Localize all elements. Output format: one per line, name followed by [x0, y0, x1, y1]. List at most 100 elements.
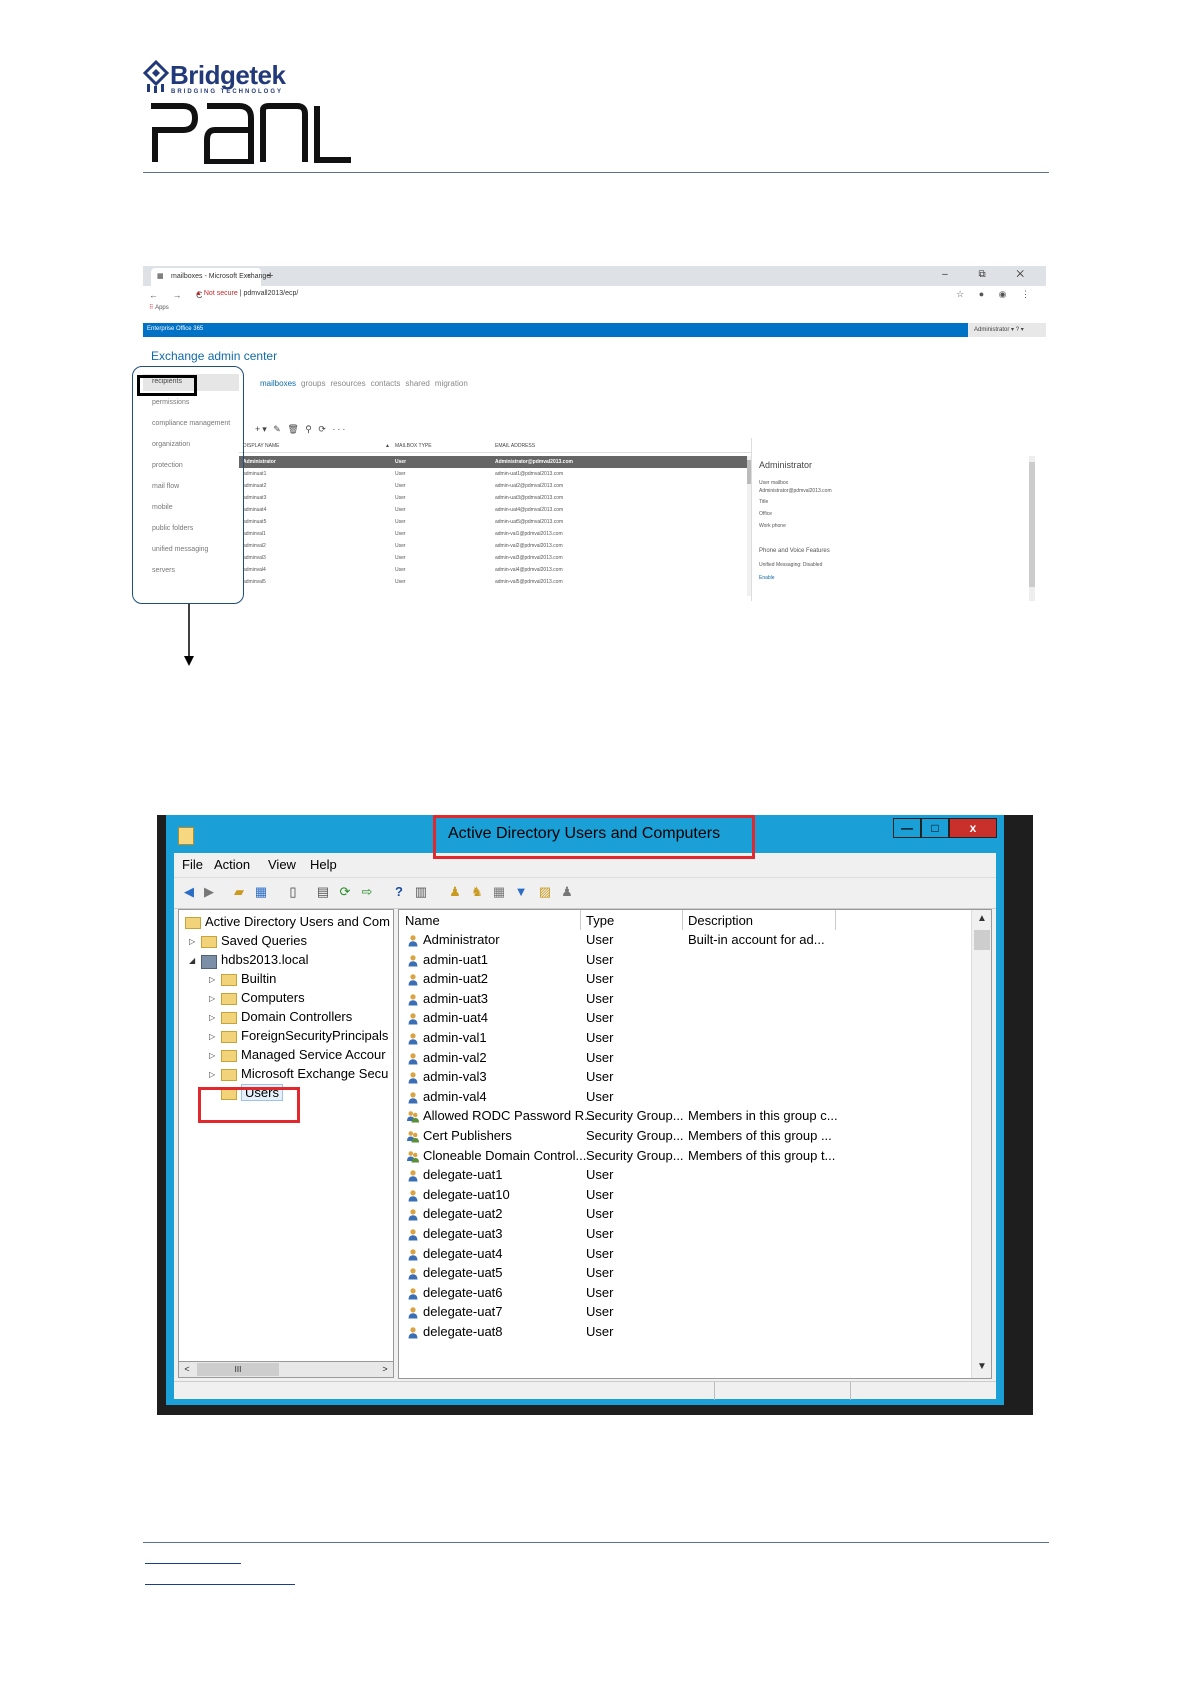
- browser-toolbar-icons[interactable]: ☆ ● ◉ ⋮: [956, 289, 1036, 300]
- list-item[interactable]: Cloneable Domain Control... Security Grou…: [399, 1146, 979, 1167]
- list-item[interactable]: admin-uat4 User: [399, 1008, 979, 1029]
- new-ou-icon[interactable]: ▦: [490, 884, 508, 900]
- enable-link[interactable]: Enable: [759, 575, 775, 581]
- new-group-icon[interactable]: ♞: [468, 884, 486, 900]
- account-menu[interactable]: Administrator ▾ ? ▾: [968, 323, 1046, 337]
- mailbox-row[interactable]: adminuat4 User admin-uat4@pdmval2013.com: [239, 504, 751, 516]
- menu-action[interactable]: Action: [214, 857, 250, 872]
- list-item[interactable]: delegate-uat7 User: [399, 1302, 979, 1323]
- properties-icon[interactable]: ▤: [314, 884, 332, 900]
- maximize-button[interactable]: □: [921, 818, 949, 838]
- browser-window-controls[interactable]: – ⧉ ✕: [942, 269, 1038, 280]
- sort-arrow-icon[interactable]: ▲: [385, 443, 390, 449]
- footer-link-2[interactable]: [145, 1584, 295, 1585]
- list-item[interactable]: admin-uat1 User: [399, 950, 979, 971]
- tree-node-label[interactable]: Managed Service Accour: [241, 1047, 386, 1062]
- tree-node-label[interactable]: Active Directory Users and Com: [205, 914, 390, 929]
- eac-tab-groups[interactable]: groups: [301, 379, 325, 388]
- list-item[interactable]: admin-uat2 User: [399, 969, 979, 990]
- list-item[interactable]: admin-uat3 User: [399, 989, 979, 1010]
- eac-tab-shared[interactable]: shared: [405, 379, 429, 388]
- browser-tab[interactable]: ▦ mailboxes - Microsoft Exchange ×: [151, 268, 270, 286]
- mailbox-row[interactable]: adminuat2 User admin-uat2@pdmval2013.com: [239, 480, 751, 492]
- o365-left[interactable]: Enterprise Office 365: [147, 326, 203, 332]
- menu-help[interactable]: Help: [310, 857, 337, 872]
- export-list-icon[interactable]: ⇨: [358, 884, 376, 900]
- tree-node-label[interactable]: Domain Controllers: [241, 1009, 352, 1024]
- mailbox-row[interactable]: adminuat1 User admin-uat1@pdmval2013.com: [239, 468, 751, 480]
- list-item[interactable]: admin-val2 User: [399, 1048, 979, 1069]
- footer-link-1[interactable]: [145, 1563, 241, 1564]
- list-item[interactable]: Administrator User Built-in account for ad…: [399, 930, 979, 951]
- list-item[interactable]: admin-val3 User: [399, 1067, 979, 1088]
- list-item[interactable]: delegate-uat5 User: [399, 1263, 979, 1284]
- expand-arrow-icon[interactable]: ▷: [209, 1032, 215, 1041]
- expand-arrow-icon[interactable]: ▷: [209, 1013, 215, 1022]
- col-display-name[interactable]: DISPLAY NAME: [243, 443, 280, 449]
- eac-toolbar[interactable]: +▾ ✎ 🗑 ⚲ ⟳ ···: [255, 424, 347, 435]
- col-mailbox-type[interactable]: MAILBOX TYPE: [395, 443, 432, 449]
- eac-tab-resources[interactable]: resources: [330, 379, 365, 388]
- tree-hscrollbar[interactable]: < III >: [178, 1361, 394, 1378]
- scroll-thumb[interactable]: III: [197, 1363, 279, 1376]
- mailbox-row[interactable]: adminuat3 User admin-uat3@pdmval2013.com: [239, 492, 751, 504]
- scroll-down-icon[interactable]: ▼: [972, 1358, 991, 1376]
- mailbox-row[interactable]: Administrator User Administrator@pdmval201…: [239, 456, 751, 468]
- mailbox-row[interactable]: adminval4 User admin-val4@pdmval2013.com: [239, 564, 751, 576]
- tree-node-label[interactable]: ForeignSecurityPrincipals: [241, 1028, 388, 1043]
- find-icon[interactable]: ▨: [536, 884, 554, 900]
- expand-arrow-icon[interactable]: ▷: [189, 937, 195, 946]
- tree-node-label[interactable]: Saved Queries: [221, 933, 307, 948]
- col-email[interactable]: EMAIL ADDRESS: [495, 443, 535, 449]
- tree-node-label[interactable]: Builtin: [241, 971, 276, 986]
- col-description[interactable]: Description: [688, 913, 753, 928]
- expand-arrow-icon[interactable]: ▷: [209, 1070, 215, 1079]
- menu-view[interactable]: View: [268, 857, 296, 872]
- expand-arrow-icon[interactable]: ▷: [209, 975, 215, 984]
- list-item[interactable]: admin-val4 User: [399, 1087, 979, 1108]
- list-item[interactable]: admin-val1 User: [399, 1028, 979, 1049]
- up-folder-icon[interactable]: ▰: [230, 884, 248, 900]
- list-item[interactable]: delegate-uat8 User: [399, 1322, 979, 1343]
- url-field[interactable]: ▲ Not secure | pdmvall2013/ecp/: [195, 290, 298, 297]
- mailbox-row[interactable]: adminval3 User admin-val3@pdmval2013.com: [239, 552, 751, 564]
- mailbox-row[interactable]: adminval5 User admin-val5@pdmval2013.com: [239, 576, 751, 588]
- eac-tab-mailboxes[interactable]: mailboxes: [260, 379, 296, 388]
- filter-icon[interactable]: ▼: [512, 884, 530, 900]
- list-item[interactable]: delegate-uat4 User: [399, 1244, 979, 1265]
- add-to-group-icon[interactable]: ♟: [558, 884, 576, 900]
- minimize-button[interactable]: —: [893, 818, 921, 838]
- expand-arrow-icon[interactable]: ◢: [189, 956, 195, 965]
- scroll-up-icon[interactable]: ▲: [972, 910, 991, 928]
- list-item[interactable]: Cert Publishers Security Group... Members …: [399, 1126, 979, 1147]
- expand-arrow-icon[interactable]: ▷: [209, 994, 215, 1003]
- list-item[interactable]: delegate-uat10 User: [399, 1185, 979, 1206]
- close-button[interactable]: x: [949, 818, 997, 838]
- expand-arrow-icon[interactable]: ▷: [209, 1051, 215, 1060]
- tree-node-label[interactable]: Computers: [241, 990, 305, 1005]
- console-icon[interactable]: ▥: [412, 884, 430, 900]
- refresh-icon[interactable]: ⟳: [336, 884, 354, 900]
- scroll-right-icon[interactable]: >: [377, 1362, 393, 1377]
- list-item[interactable]: delegate-uat1 User: [399, 1165, 979, 1186]
- col-name[interactable]: Name: [405, 913, 440, 928]
- menu-file[interactable]: File: [182, 857, 203, 872]
- tree-node-label[interactable]: hdbs2013.local: [221, 952, 308, 967]
- details-scrollbar[interactable]: [1029, 456, 1035, 601]
- scroll-left-icon[interactable]: <: [179, 1362, 195, 1377]
- tree-node-label[interactable]: Microsoft Exchange Secu: [241, 1066, 388, 1081]
- new-user-icon[interactable]: ♟: [446, 884, 464, 900]
- list-item[interactable]: delegate-uat6 User: [399, 1283, 979, 1304]
- mailbox-row[interactable]: adminval2 User admin-val2@pdmval2013.com: [239, 540, 751, 552]
- clipboard-icon[interactable]: ▯: [284, 884, 302, 900]
- forward-icon[interactable]: ▶: [200, 884, 218, 900]
- mailbox-row[interactable]: adminval1 User admin-val1@pdmval2013.com: [239, 528, 751, 540]
- list-item[interactable]: Allowed RODC Password R... Security Group…: [399, 1106, 979, 1127]
- new-tab-button[interactable]: +: [267, 270, 273, 282]
- eac-tab-contacts[interactable]: contacts: [371, 379, 401, 388]
- col-type[interactable]: Type: [586, 913, 614, 928]
- back-icon[interactable]: ◀: [180, 884, 198, 900]
- show-tree-icon[interactable]: ▦: [252, 884, 270, 900]
- tab-close-icon[interactable]: ×: [247, 273, 251, 280]
- apps-bookmark[interactable]: ⠿ Apps: [149, 304, 169, 311]
